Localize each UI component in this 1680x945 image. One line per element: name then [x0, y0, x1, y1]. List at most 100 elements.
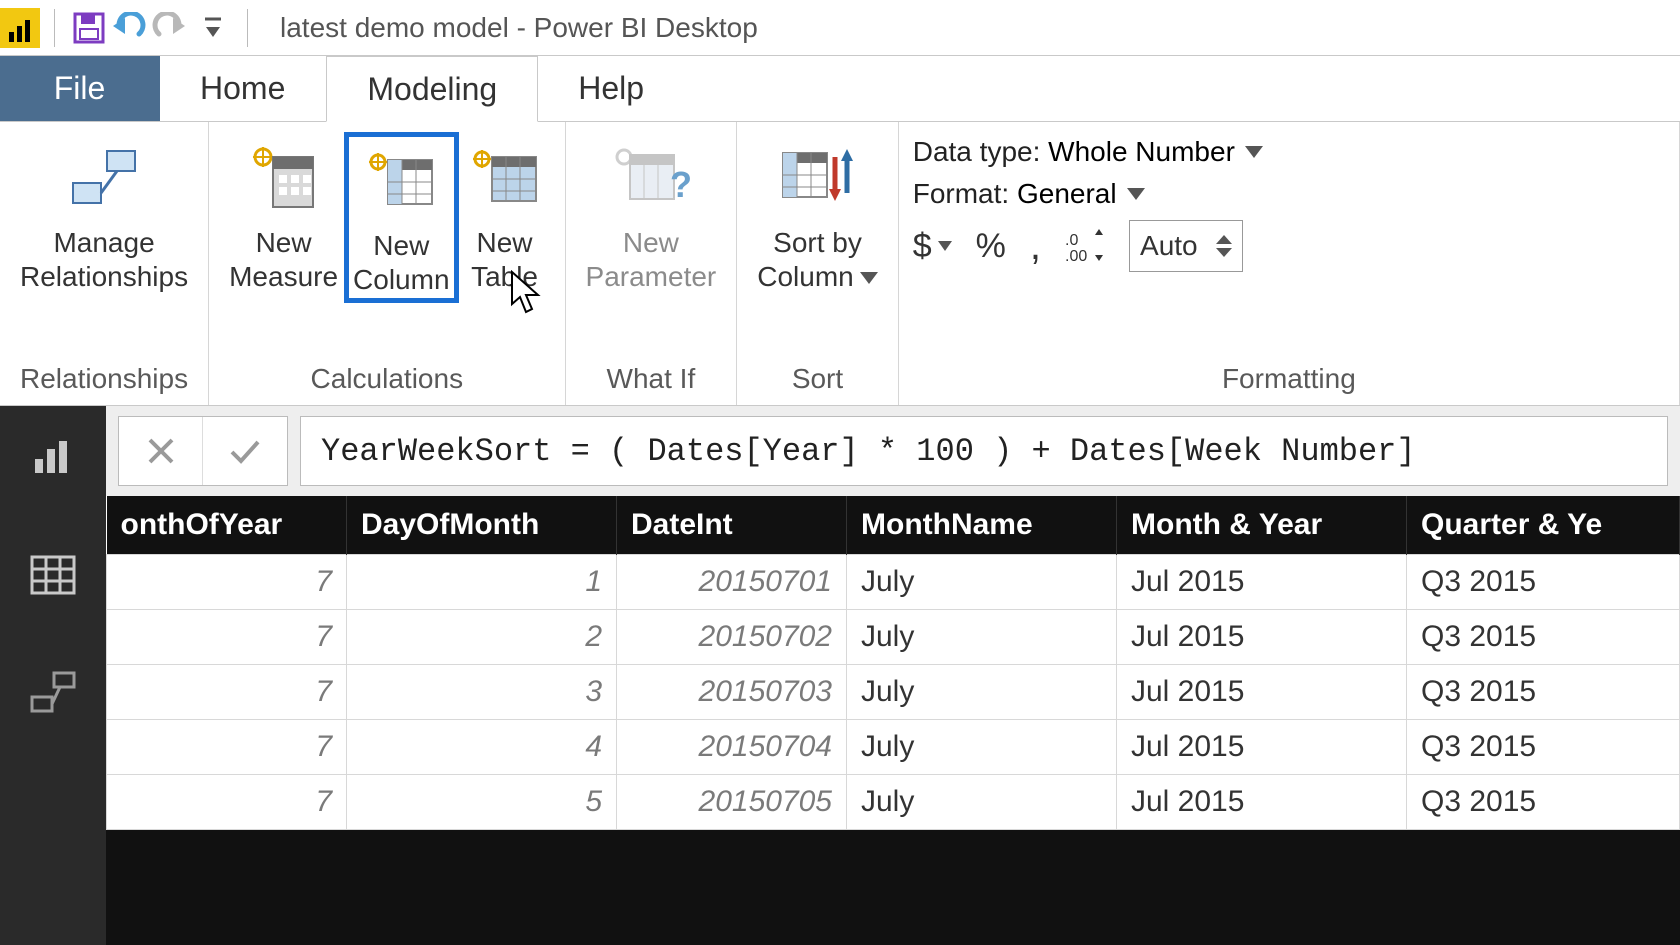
sort-by-column-button[interactable]: Sort by Column: [751, 132, 883, 293]
new-table-label: New Table: [471, 226, 538, 293]
group-calculations: New Measure: [209, 122, 565, 405]
sort-by-column-icon: [777, 138, 857, 218]
tab-home[interactable]: Home: [160, 56, 326, 121]
new-column-button[interactable]: New Column: [344, 132, 458, 303]
tab-modeling[interactable]: Modeling: [326, 56, 538, 122]
table-cell[interactable]: July: [847, 775, 1117, 830]
formula-cancel-button[interactable]: [119, 417, 203, 485]
table-cell[interactable]: July: [847, 555, 1117, 610]
column-header[interactable]: DateInt: [617, 496, 847, 555]
table-cell[interactable]: Q3 2015: [1407, 555, 1680, 610]
table-cell[interactable]: Q3 2015: [1407, 665, 1680, 720]
save-button[interactable]: [69, 8, 109, 48]
tab-help[interactable]: Help: [538, 56, 685, 121]
table-cell[interactable]: 20150705: [617, 775, 847, 830]
table-cell[interactable]: 7: [107, 610, 347, 665]
table-cell[interactable]: 1: [347, 555, 617, 610]
data-grid[interactable]: onthOfYear DayOfMonth DateInt MonthName …: [106, 496, 1680, 830]
formula-input[interactable]: YearWeekSort = ( Dates[Year] * 100 ) + D…: [300, 416, 1668, 486]
table-cell[interactable]: Jul 2015: [1117, 665, 1407, 720]
table-cell[interactable]: Q3 2015: [1407, 720, 1680, 775]
table-cell[interactable]: 3: [347, 665, 617, 720]
content-area: YearWeekSort = ( Dates[Year] * 100 ) + D…: [0, 406, 1680, 945]
column-header[interactable]: Month & Year: [1117, 496, 1407, 555]
data-type-label: Data type:: [913, 136, 1041, 168]
chevron-down-icon: [1245, 146, 1263, 158]
table-cell[interactable]: Q3 2015: [1407, 775, 1680, 830]
group-label-formatting: Formatting: [913, 361, 1665, 401]
table-row[interactable]: 7320150703JulyJul 2015Q3 2015: [107, 665, 1680, 720]
tab-file[interactable]: File: [0, 56, 160, 121]
column-header[interactable]: Quarter & Ye: [1407, 496, 1680, 555]
table-cell[interactable]: 7: [107, 555, 347, 610]
new-parameter-button[interactable]: ? New Parameter: [580, 132, 723, 293]
format-value: General: [1017, 178, 1117, 210]
new-table-icon: [465, 138, 545, 218]
table-cell[interactable]: Jul 2015: [1117, 555, 1407, 610]
table-cell[interactable]: 4: [347, 720, 617, 775]
table-cell[interactable]: Jul 2015: [1117, 775, 1407, 830]
table-cell[interactable]: Jul 2015: [1117, 610, 1407, 665]
sort-by-column-label: Sort by Column: [757, 226, 877, 293]
table-cell[interactable]: 20150704: [617, 720, 847, 775]
table-cell[interactable]: Q3 2015: [1407, 610, 1680, 665]
table-cell[interactable]: 2: [347, 610, 617, 665]
svg-text:.00: .00: [1065, 248, 1087, 263]
format-label: Format:: [913, 178, 1009, 210]
report-view-button[interactable]: [24, 428, 82, 486]
table-cell[interactable]: 7: [107, 775, 347, 830]
formula-commit-button[interactable]: [203, 417, 287, 485]
format-dropdown[interactable]: Format: General: [913, 178, 1263, 210]
table-cell[interactable]: 5: [347, 775, 617, 830]
svg-text:?: ?: [670, 164, 690, 205]
percent-format-button[interactable]: %: [976, 227, 1006, 266]
table-cell[interactable]: 7: [107, 665, 347, 720]
new-column-label: New Column: [353, 229, 449, 296]
currency-format-button[interactable]: $: [913, 227, 952, 266]
column-header[interactable]: onthOfYear: [107, 496, 347, 555]
group-label-sort: Sort: [751, 361, 883, 401]
table-cell[interactable]: Jul 2015: [1117, 720, 1407, 775]
group-formatting: Data type: Whole Number Format: General …: [899, 122, 1680, 405]
new-measure-button[interactable]: New Measure: [223, 132, 344, 293]
model-view-button[interactable]: [24, 664, 82, 722]
qat-customize-button[interactable]: [193, 8, 233, 48]
thousands-separator-button[interactable]: ,: [1030, 224, 1041, 269]
table-row[interactable]: 7520150705JulyJul 2015Q3 2015: [107, 775, 1680, 830]
table-cell[interactable]: 20150703: [617, 665, 847, 720]
group-label-relationships: Relationships: [14, 361, 194, 401]
table-cell[interactable]: July: [847, 720, 1117, 775]
app-logo: [0, 8, 40, 48]
new-parameter-icon: ?: [611, 138, 691, 218]
table-cell[interactable]: 20150702: [617, 610, 847, 665]
manage-relationships-label: Manage Relationships: [20, 226, 188, 293]
table-row[interactable]: 7420150704JulyJul 2015Q3 2015: [107, 720, 1680, 775]
new-table-button[interactable]: New Table: [459, 132, 551, 293]
manage-relationships-button[interactable]: Manage Relationships: [14, 132, 194, 293]
group-whatif: ? New Parameter What If: [566, 122, 738, 405]
table-cell[interactable]: 7: [107, 720, 347, 775]
group-label-whatif: What If: [580, 361, 723, 401]
chevron-down-icon: [938, 241, 952, 251]
table-cell[interactable]: 20150701: [617, 555, 847, 610]
window-title: latest demo model - Power BI Desktop: [280, 12, 758, 44]
column-header[interactable]: DayOfMonth: [347, 496, 617, 555]
spinner-arrows[interactable]: [1216, 235, 1232, 257]
data-type-dropdown[interactable]: Data type: Whole Number: [913, 136, 1263, 168]
separator: [247, 9, 248, 47]
group-sort: Sort by Column Sort: [737, 122, 898, 405]
table-row[interactable]: 7220150702JulyJul 2015Q3 2015: [107, 610, 1680, 665]
decimal-places-spinner[interactable]: Auto: [1129, 220, 1243, 272]
group-relationships: Manage Relationships Relationships: [0, 122, 209, 405]
undo-button[interactable]: [109, 8, 149, 48]
new-parameter-label: New Parameter: [586, 226, 717, 293]
data-view-button[interactable]: [24, 546, 82, 604]
table-cell[interactable]: July: [847, 610, 1117, 665]
formula-actions: [118, 416, 288, 486]
redo-button[interactable]: [149, 8, 189, 48]
column-header[interactable]: MonthName: [847, 496, 1117, 555]
group-label-calculations: Calculations: [223, 361, 550, 401]
ribbon: Manage Relationships Relationships: [0, 122, 1680, 406]
table-cell[interactable]: July: [847, 665, 1117, 720]
table-row[interactable]: 7120150701JulyJul 2015Q3 2015: [107, 555, 1680, 610]
